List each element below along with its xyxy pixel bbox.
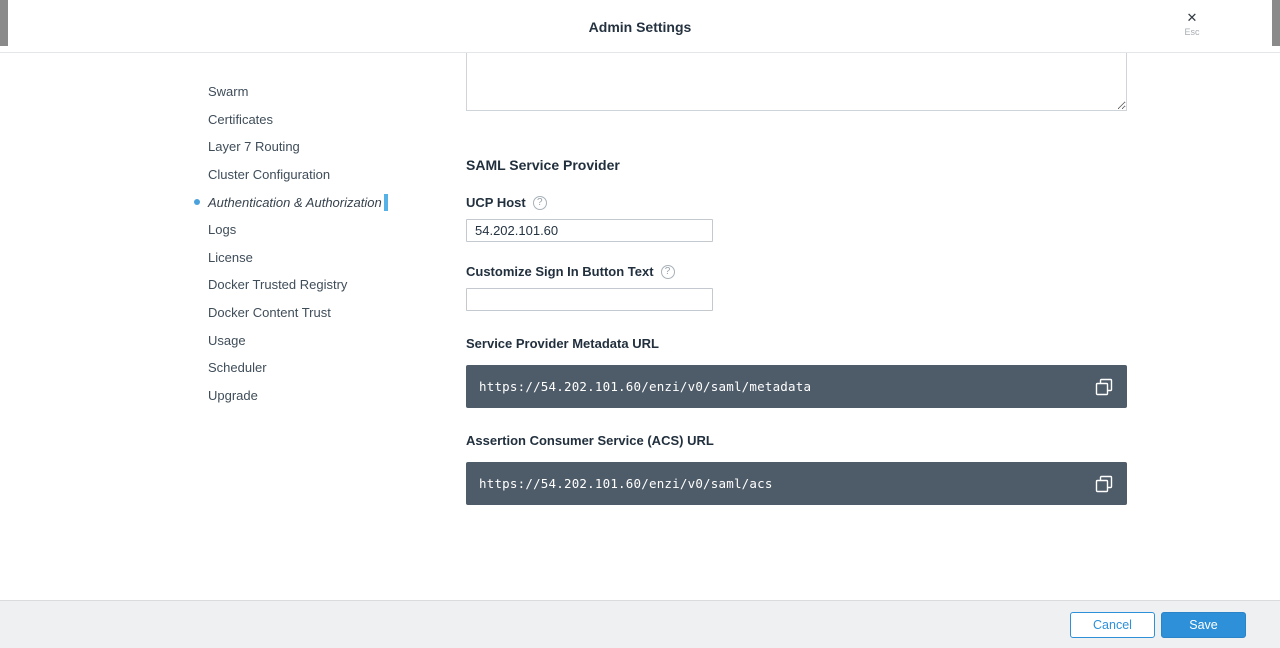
copy-icon xyxy=(1094,377,1114,397)
acs-url-label: Assertion Consumer Service (ACS) URL xyxy=(466,433,1127,448)
sign-in-button-text-label: Customize Sign In Button Text ? xyxy=(466,264,1127,279)
sidebar-item-swarm[interactable]: Swarm xyxy=(208,78,438,106)
saml-config-textarea[interactable] xyxy=(466,53,1127,111)
close-icon[interactable]: ✕ xyxy=(1187,11,1198,25)
sidebar-item-usage[interactable]: Usage xyxy=(208,326,438,354)
help-icon[interactable]: ? xyxy=(661,265,675,279)
copy-icon xyxy=(1094,474,1114,494)
help-icon[interactable]: ? xyxy=(533,196,547,210)
section-title: SAML Service Provider xyxy=(466,157,1127,173)
page-title: Admin Settings xyxy=(0,0,1280,53)
esc-hint: Esc xyxy=(1184,27,1199,37)
copy-button[interactable] xyxy=(1094,474,1114,494)
modal-footer: Cancel Save xyxy=(0,600,1280,648)
settings-main-panel: SAML Service Provider UCP Host ? Customi… xyxy=(466,53,1127,505)
modal-header: Admin Settings ✕ Esc xyxy=(0,0,1280,53)
sidebar-item-docker-trusted-registry[interactable]: Docker Trusted Registry xyxy=(208,271,438,299)
sidebar-item-certificates[interactable]: Certificates xyxy=(208,106,438,134)
sidebar-item-cluster-configuration[interactable]: Cluster Configuration xyxy=(208,161,438,189)
backdrop-corner-left xyxy=(0,0,8,46)
sidebar-item-scheduler[interactable]: Scheduler xyxy=(208,354,438,382)
settings-sidebar: Swarm Certificates Layer 7 Routing Clust… xyxy=(208,78,438,409)
sidebar-item-layer-7-routing[interactable]: Layer 7 Routing xyxy=(208,133,438,161)
metadata-url-label: Service Provider Metadata URL xyxy=(466,336,1127,351)
sidebar-item-upgrade[interactable]: Upgrade xyxy=(208,382,438,410)
acs-url-box: https://54.202.101.60/enzi/v0/saml/acs xyxy=(466,462,1127,505)
active-bullet-icon xyxy=(194,199,200,205)
acs-url-value: https://54.202.101.60/enzi/v0/saml/acs xyxy=(479,476,1094,491)
save-button[interactable]: Save xyxy=(1161,612,1246,638)
metadata-url-value: https://54.202.101.60/enzi/v0/saml/metad… xyxy=(479,379,1094,394)
text-cursor-icon xyxy=(384,194,388,211)
sidebar-item-license[interactable]: License xyxy=(208,244,438,272)
close-button[interactable]: ✕ Esc xyxy=(1178,11,1206,37)
ucp-host-input[interactable] xyxy=(466,219,713,242)
sign-in-button-text-input[interactable] xyxy=(466,288,713,311)
cancel-button[interactable]: Cancel xyxy=(1070,612,1155,638)
metadata-url-box: https://54.202.101.60/enzi/v0/saml/metad… xyxy=(466,365,1127,408)
sidebar-item-authentication-authorization[interactable]: Authentication & Authorization xyxy=(208,188,438,216)
sidebar-item-docker-content-trust[interactable]: Docker Content Trust xyxy=(208,299,438,327)
modal-body: Swarm Certificates Layer 7 Routing Clust… xyxy=(0,53,1280,600)
sidebar-item-logs[interactable]: Logs xyxy=(208,216,438,244)
ucp-host-label: UCP Host ? xyxy=(466,195,1127,210)
backdrop-corner-right xyxy=(1272,0,1280,46)
copy-button[interactable] xyxy=(1094,377,1114,397)
